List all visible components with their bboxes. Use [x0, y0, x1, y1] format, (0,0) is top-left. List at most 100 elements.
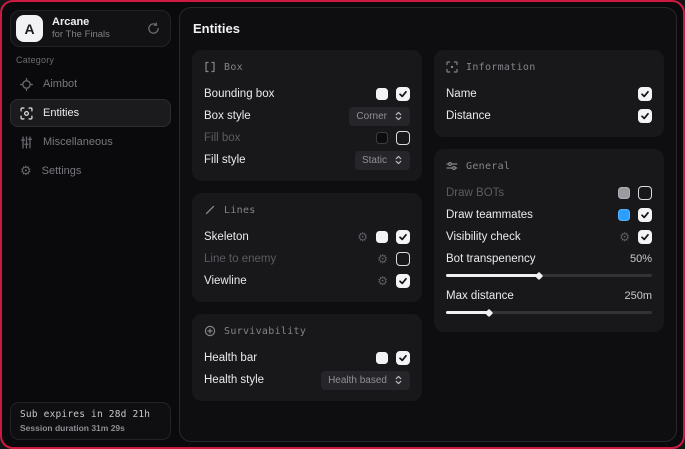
general-card-header: General: [446, 160, 652, 172]
left-column: Box Bounding box Box style: [192, 50, 422, 401]
unfold-icon: [394, 111, 403, 121]
box-style-dropdown[interactable]: Corner: [349, 107, 410, 126]
health-style-dropdown[interactable]: Health based: [321, 371, 410, 390]
setting-label: Name: [446, 88, 477, 100]
dropdown-value: Static: [362, 155, 387, 166]
setting-label: Box style: [204, 110, 251, 122]
checkbox[interactable]: [396, 131, 410, 145]
color-swatch[interactable]: [618, 187, 630, 199]
sidebar-item-label: Settings: [42, 165, 82, 177]
lines-card: Lines Skeleton ⚙ Line to ene: [192, 193, 422, 302]
checkbox[interactable]: [396, 252, 410, 266]
gear-icon[interactable]: ⚙: [357, 231, 368, 243]
sliders-horizontal-icon: [446, 160, 458, 172]
sidebar-nav: Aimbot Entities Miscella: [10, 70, 171, 186]
session-duration-text: Session duration 31m 29s: [20, 423, 161, 433]
slider-thumb[interactable]: [534, 271, 542, 279]
sliders-vertical-icon: [20, 136, 33, 149]
checkbox[interactable]: [396, 274, 410, 288]
section-title: Box: [224, 62, 243, 73]
setting-label: Visibility check: [446, 231, 521, 243]
lines-card-header: Lines: [204, 204, 410, 216]
checkbox[interactable]: [396, 87, 410, 101]
sub-expires-text: Sub expires in 28d 21h: [20, 409, 161, 420]
sidebar: A Arcane for The Finals Category: [2, 2, 179, 447]
gear-icon[interactable]: ⚙: [377, 275, 388, 287]
sidebar-item-entities[interactable]: Entities: [10, 99, 171, 127]
brand-card: A Arcane for The Finals: [10, 10, 171, 47]
slider-thumb[interactable]: [485, 308, 493, 316]
setting-row-fill-box: Fill box: [204, 127, 410, 149]
checkbox[interactable]: [638, 230, 652, 244]
setting-row-bot-transpenency: Bot transpenency 50%: [446, 248, 652, 270]
setting-row-bounding-box: Bounding box: [204, 83, 410, 105]
checkbox[interactable]: [638, 109, 652, 123]
setting-row-max-distance: Max distance 250m: [446, 285, 652, 307]
unfold-icon: [394, 155, 403, 165]
color-swatch[interactable]: [376, 132, 388, 144]
sidebar-item-settings[interactable]: ⚙ Settings: [10, 157, 171, 185]
color-swatch[interactable]: [376, 352, 388, 364]
checkbox[interactable]: [396, 351, 410, 365]
setting-label: Max distance: [446, 290, 514, 302]
gear-icon[interactable]: ⚙: [619, 231, 630, 243]
setting-row-line-to-enemy: Line to enemy ⚙: [204, 248, 410, 270]
section-title: Survivability: [224, 326, 306, 337]
health-icon: [204, 325, 216, 337]
setting-row-fill-style: Fill style Static: [204, 149, 410, 171]
setting-label: Viewline: [204, 275, 247, 287]
information-card: Information Name Distance: [434, 50, 664, 137]
setting-row-distance: Distance: [446, 105, 652, 127]
app-window: A Arcane for The Finals Category: [0, 0, 685, 449]
max-distance-slider[interactable]: [446, 311, 652, 314]
app-name: Arcane: [52, 16, 147, 29]
setting-label: Health bar: [204, 352, 257, 364]
bot-transparency-slider[interactable]: [446, 274, 652, 277]
setting-label: Draw teammates: [446, 209, 533, 221]
information-card-header: Information: [446, 61, 652, 73]
setting-label: Skeleton: [204, 231, 249, 243]
setting-row-skeleton: Skeleton ⚙: [204, 226, 410, 248]
checkbox[interactable]: [638, 186, 652, 200]
color-swatch[interactable]: [376, 88, 388, 100]
setting-row-draw-teammates: Draw teammates: [446, 204, 652, 226]
general-card: General Draw BOTs Draw teammates: [434, 149, 664, 332]
setting-label: Distance: [446, 110, 491, 122]
fill-style-dropdown[interactable]: Static: [355, 151, 410, 170]
checkbox[interactable]: [396, 230, 410, 244]
setting-label: Health style: [204, 374, 264, 386]
right-column: Information Name Distance: [434, 50, 664, 332]
slider-value: 50%: [630, 253, 652, 265]
brand-text: Arcane for The Finals: [52, 16, 147, 41]
survivability-card: Survivability Health bar Health style: [192, 314, 422, 401]
setting-row-viewline: Viewline ⚙: [204, 270, 410, 292]
category-label: Category: [16, 55, 54, 65]
subscription-status-card: Sub expires in 28d 21h Session duration …: [10, 402, 171, 440]
section-title: General: [466, 161, 510, 172]
setting-label: Fill box: [204, 132, 240, 144]
setting-row-box-style: Box style Corner: [204, 105, 410, 127]
checkbox[interactable]: [638, 87, 652, 101]
line-icon: [204, 204, 216, 216]
gear-icon: ⚙: [20, 165, 32, 178]
color-swatch[interactable]: [376, 231, 388, 243]
survivability-card-header: Survivability: [204, 325, 410, 337]
section-title: Information: [466, 62, 536, 73]
info-scan-icon: [446, 61, 458, 73]
setting-row-visibility-check: Visibility check ⚙: [446, 226, 652, 248]
gear-icon[interactable]: ⚙: [377, 253, 388, 265]
checkbox[interactable]: [638, 208, 652, 222]
box-card-header: Box: [204, 61, 410, 73]
slider-fill: [446, 311, 489, 314]
sidebar-item-label: Entities: [43, 107, 79, 119]
sidebar-item-miscellaneous[interactable]: Miscellaneous: [10, 128, 171, 156]
sync-icon[interactable]: [147, 22, 160, 35]
color-swatch[interactable]: [618, 209, 630, 221]
sidebar-item-aimbot[interactable]: Aimbot: [10, 70, 171, 98]
setting-label: Fill style: [204, 154, 246, 166]
section-title: Lines: [224, 205, 256, 216]
setting-label: Bot transpenency: [446, 253, 536, 265]
main-panel: Entities Box Bounding box: [179, 7, 677, 442]
crosshair-icon: [20, 78, 33, 91]
sidebar-item-label: Aimbot: [43, 78, 77, 90]
